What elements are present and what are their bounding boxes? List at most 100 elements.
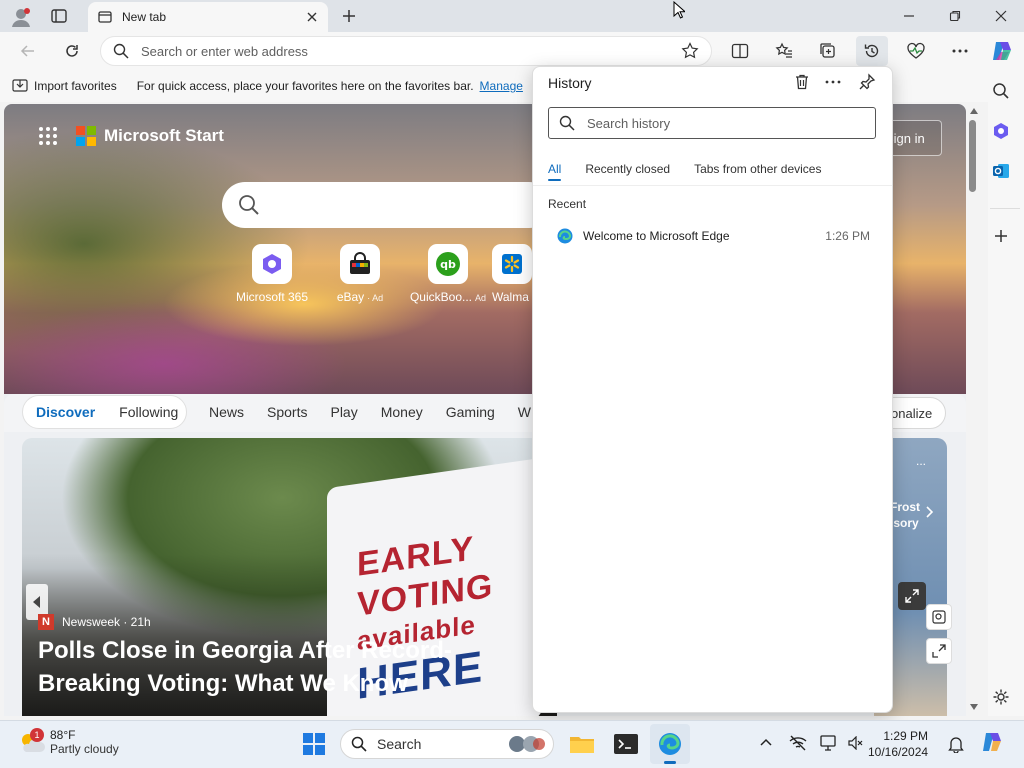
partly-cloudy-icon: 1 — [18, 728, 46, 754]
search-history-input[interactable]: Search history — [587, 116, 670, 131]
add-sidebar-app-icon[interactable] — [993, 228, 1009, 244]
microsoft-start-logo[interactable]: Microsoft Start — [76, 126, 224, 146]
quick-link-quickbooks[interactable]: qb QuickBoo... Ad — [404, 244, 492, 304]
tab-money[interactable]: Money — [381, 404, 423, 420]
close-tab-icon[interactable] — [306, 11, 318, 23]
address-bar[interactable]: Search or enter web address — [100, 36, 712, 66]
copilot-button[interactable] — [986, 36, 1018, 66]
display-icon[interactable] — [820, 735, 838, 751]
address-input[interactable]: Search or enter web address — [141, 44, 681, 59]
open-external-icon[interactable] — [926, 638, 952, 664]
history-section-recent: Recent — [548, 197, 587, 211]
tab-new-tab[interactable]: New tab — [88, 2, 328, 32]
volume-muted-icon[interactable] — [848, 736, 864, 750]
search-icon[interactable] — [992, 82, 1010, 100]
history-tab-all[interactable]: All — [548, 162, 562, 181]
tab-play[interactable]: Play — [330, 404, 357, 420]
taskbar-search[interactable]: Search — [340, 729, 554, 759]
profile-icon[interactable] — [10, 6, 32, 28]
terminal-button[interactable] — [606, 724, 646, 764]
sidebar-settings-icon[interactable] — [992, 688, 1010, 706]
tab-strip: New tab — [0, 0, 1024, 32]
quick-link-microsoft-365[interactable]: Microsoft 365 — [228, 244, 316, 304]
quick-link-label: QuickBoo... — [409, 290, 472, 304]
show-hidden-icons-icon[interactable] — [760, 738, 772, 746]
new-tab-page-icon — [98, 10, 112, 24]
history-more-options-icon[interactable] — [825, 80, 841, 84]
weather-description: Partly cloudy — [50, 742, 119, 756]
history-tab-other-devices[interactable]: Tabs from other devices — [694, 162, 821, 176]
performance-button[interactable] — [900, 36, 932, 66]
web-search-box[interactable] — [222, 182, 552, 228]
more-options-button[interactable] — [944, 36, 976, 66]
search-icon — [113, 43, 129, 59]
network-status-icon[interactable] — [789, 735, 807, 751]
quickbooks-icon: qb — [428, 244, 468, 284]
history-button[interactable] — [856, 36, 888, 66]
weather-widget[interactable]: 1 88°F Partly cloudy — [18, 728, 119, 756]
weather-alert-line-2: isory — [890, 516, 919, 530]
scroll-up-icon[interactable] — [970, 108, 978, 114]
refresh-button[interactable] — [56, 36, 88, 66]
copilot-taskbar-icon[interactable] — [980, 731, 1004, 755]
card-menu-icon[interactable]: ... — [916, 454, 926, 468]
close-window-button[interactable] — [978, 0, 1024, 32]
visual-search-icon[interactable] — [926, 604, 952, 630]
pin-history-icon[interactable] — [858, 73, 876, 91]
history-item[interactable]: Welcome to Microsoft Edge 1:26 PM — [541, 221, 884, 251]
add-favorite-icon[interactable] — [681, 42, 699, 60]
tab-news[interactable]: News — [209, 404, 244, 420]
story-source[interactable]: N Newsweek · 21h — [38, 614, 151, 630]
minimize-button[interactable] — [886, 0, 932, 32]
quick-link-ebay[interactable]: eBay · Ad — [316, 244, 404, 304]
history-tabs: All Recently closed Tabs from other devi… — [548, 162, 821, 181]
import-favorites-button[interactable]: Import favorites — [34, 79, 117, 93]
search-icon — [559, 115, 575, 131]
outlook-icon[interactable] — [992, 162, 1010, 180]
manage-favorites-link[interactable]: Manage — [480, 79, 523, 93]
tab-actions-icon[interactable] — [50, 7, 68, 25]
tab-gaming[interactable]: Gaming — [446, 404, 495, 420]
chevron-right-icon — [926, 506, 934, 518]
history-panel: History Search history All Recently clos… — [532, 66, 893, 713]
history-divider — [533, 185, 892, 186]
taskbar-search-input[interactable]: Search — [377, 736, 421, 752]
tab-following[interactable]: Following — [119, 404, 178, 420]
delete-history-icon[interactable] — [793, 73, 811, 91]
collections-button[interactable] — [812, 36, 844, 66]
favorites-button[interactable] — [768, 36, 800, 66]
notifications-bell-icon[interactable] — [948, 735, 964, 753]
expand-map-icon[interactable] — [898, 582, 926, 610]
search-highlight-icon — [507, 733, 547, 755]
restore-button[interactable] — [932, 0, 978, 32]
microsoft-365-icon[interactable] — [992, 122, 1010, 140]
tab-discover[interactable]: Discover — [36, 404, 95, 420]
scroll-thumb[interactable] — [969, 120, 976, 192]
import-favorites-icon — [12, 79, 28, 93]
edge-icon — [659, 733, 681, 755]
history-tab-recently-closed[interactable]: Recently closed — [585, 162, 670, 176]
page-scrollbar[interactable] — [966, 104, 980, 716]
file-explorer-button[interactable] — [562, 724, 602, 764]
search-history-field[interactable]: Search history — [548, 107, 876, 139]
clock-date: 10/16/2024 — [868, 745, 929, 759]
back-button[interactable] — [12, 36, 44, 66]
tab-sports[interactable]: Sports — [267, 404, 307, 420]
quick-link-walmart[interactable]: Walma — [492, 244, 532, 304]
apps-launcher-icon[interactable] — [38, 126, 58, 146]
newsweek-logo-icon: N — [38, 614, 54, 630]
start-button[interactable] — [294, 724, 334, 764]
edge-taskbar-button[interactable] — [650, 724, 690, 764]
tab-weather[interactable]: W — [518, 404, 531, 420]
new-tab-button[interactable] — [340, 7, 358, 25]
search-icon — [238, 194, 260, 216]
story-headline[interactable]: Polls Close in Georgia After Record-Brea… — [38, 634, 538, 700]
history-title: History — [548, 75, 592, 91]
top-story-card[interactable]: EARLY VOTING available HERE N Newsweek ·… — [22, 438, 557, 716]
edge-icon — [557, 228, 573, 244]
split-screen-button[interactable] — [724, 36, 756, 66]
feed-categories: News Sports Play Money Gaming W — [209, 404, 531, 420]
system-clock[interactable]: 1:29 PM 10/16/2024 — [868, 728, 928, 760]
scroll-down-icon[interactable] — [970, 704, 978, 710]
quick-links: Microsoft 365 eBay · Ad qb QuickBoo... Ad … — [228, 244, 532, 304]
